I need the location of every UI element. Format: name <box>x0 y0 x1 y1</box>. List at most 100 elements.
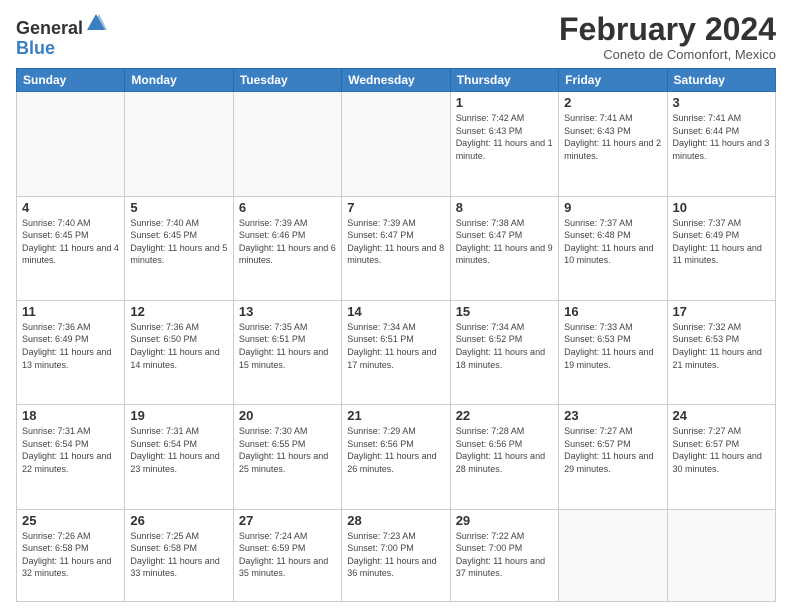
day-info: Sunrise: 7:32 AM Sunset: 6:53 PM Dayligh… <box>673 321 770 371</box>
weekday-header-thursday: Thursday <box>450 69 558 92</box>
day-info: Sunrise: 7:37 AM Sunset: 6:48 PM Dayligh… <box>564 217 661 267</box>
day-number: 13 <box>239 304 336 319</box>
weekday-header-sunday: Sunday <box>17 69 125 92</box>
calendar-cell: 24Sunrise: 7:27 AM Sunset: 6:57 PM Dayli… <box>667 405 775 509</box>
weekday-header-monday: Monday <box>125 69 233 92</box>
day-number: 14 <box>347 304 444 319</box>
calendar-cell: 21 Sunrise: 7:29 AM Sunset: 6:56 PM Dayli… <box>342 405 450 509</box>
day-number: 10 <box>673 200 770 215</box>
calendar-cell: 6 Sunrise: 7:39 AM Sunset: 6:46 PM Daylig… <box>233 196 341 300</box>
day-info: Sunrise: 7:24 AM Sunset: 6:59 PM Dayligh… <box>239 530 336 580</box>
weekday-header-friday: Friday <box>559 69 667 92</box>
day-info: Sunrise: 7:41 AM Sunset: 6:43 PM Dayligh… <box>564 112 661 162</box>
day-info: Sunrise: 7:39 AM Sunset: 6:47 PM Dayligh… <box>347 217 444 267</box>
weekday-header-row: SundayMondayTuesdayWednesdayThursdayFrid… <box>17 69 776 92</box>
day-number: 25 <box>22 513 119 528</box>
calendar-cell: 3 Sunrise: 7:41 AM Sunset: 6:44 PM Daylig… <box>667 92 775 196</box>
day-info: Sunrise: 7:36 AM Sunset: 6:49 PM Dayligh… <box>22 321 119 371</box>
day-info: Sunrise: 7:27 AM Sunset: 6:57 PM Dayligh… <box>564 425 661 475</box>
day-number: 4 <box>22 200 119 215</box>
day-info: Sunrise: 7:35 AM Sunset: 6:51 PM Dayligh… <box>239 321 336 371</box>
calendar-cell: 26Sunrise: 7:25 AM Sunset: 6:58 PM Dayli… <box>125 509 233 602</box>
day-info: Sunrise: 7:31 AM Sunset: 6:54 PM Dayligh… <box>22 425 119 475</box>
title-block: February 2024 Coneto de Comonfort, Mexic… <box>559 12 776 62</box>
logo-blue-text: Blue <box>16 38 55 58</box>
day-number: 29 <box>456 513 553 528</box>
day-number: 3 <box>673 95 770 110</box>
day-info: Sunrise: 7:22 AM Sunset: 7:00 PM Dayligh… <box>456 530 553 580</box>
day-number: 12 <box>130 304 227 319</box>
calendar-table: SundayMondayTuesdayWednesdayThursdayFrid… <box>16 68 776 602</box>
logo-icon <box>85 12 107 34</box>
day-info: Sunrise: 7:34 AM Sunset: 6:52 PM Dayligh… <box>456 321 553 371</box>
calendar-cell <box>125 92 233 196</box>
day-number: 6 <box>239 200 336 215</box>
day-number: 16 <box>564 304 661 319</box>
day-info: Sunrise: 7:34 AM Sunset: 6:51 PM Dayligh… <box>347 321 444 371</box>
day-info: Sunrise: 7:25 AM Sunset: 6:58 PM Dayligh… <box>130 530 227 580</box>
day-info: Sunrise: 7:33 AM Sunset: 6:53 PM Dayligh… <box>564 321 661 371</box>
day-number: 19 <box>130 408 227 423</box>
calendar-cell: 29 Sunrise: 7:22 AM Sunset: 7:00 PM Dayli… <box>450 509 558 602</box>
calendar-cell <box>559 509 667 602</box>
day-number: 27 <box>239 513 336 528</box>
day-number: 21 <box>347 408 444 423</box>
day-number: 20 <box>239 408 336 423</box>
weekday-header-wednesday: Wednesday <box>342 69 450 92</box>
week-row-5: 25 Sunrise: 7:26 AM Sunset: 6:58 PM Dayli… <box>17 509 776 602</box>
week-row-1: 1Sunrise: 7:42 AM Sunset: 6:43 PM Daylig… <box>17 92 776 196</box>
calendar-cell: 27 Sunrise: 7:24 AM Sunset: 6:59 PM Dayli… <box>233 509 341 602</box>
calendar-cell: 19 Sunrise: 7:31 AM Sunset: 6:54 PM Dayli… <box>125 405 233 509</box>
week-row-2: 4 Sunrise: 7:40 AM Sunset: 6:45 PM Daylig… <box>17 196 776 300</box>
calendar-cell <box>233 92 341 196</box>
calendar-cell: 1Sunrise: 7:42 AM Sunset: 6:43 PM Daylig… <box>450 92 558 196</box>
calendar-cell: 10Sunrise: 7:37 AM Sunset: 6:49 PM Dayli… <box>667 196 775 300</box>
calendar-cell: 9Sunrise: 7:37 AM Sunset: 6:48 PM Daylig… <box>559 196 667 300</box>
logo-general-text: General <box>16 18 83 38</box>
day-info: Sunrise: 7:39 AM Sunset: 6:46 PM Dayligh… <box>239 217 336 267</box>
day-number: 22 <box>456 408 553 423</box>
calendar-cell: 12Sunrise: 7:36 AM Sunset: 6:50 PM Dayli… <box>125 300 233 404</box>
day-info: Sunrise: 7:27 AM Sunset: 6:57 PM Dayligh… <box>673 425 770 475</box>
calendar-cell: 13 Sunrise: 7:35 AM Sunset: 6:51 PM Dayli… <box>233 300 341 404</box>
header: General Blue February 2024 Coneto de Com… <box>16 12 776 62</box>
calendar-cell: 5 Sunrise: 7:40 AM Sunset: 6:45 PM Daylig… <box>125 196 233 300</box>
day-info: Sunrise: 7:40 AM Sunset: 6:45 PM Dayligh… <box>130 217 227 267</box>
week-row-4: 18 Sunrise: 7:31 AM Sunset: 6:54 PM Dayli… <box>17 405 776 509</box>
day-info: Sunrise: 7:41 AM Sunset: 6:44 PM Dayligh… <box>673 112 770 162</box>
day-info: Sunrise: 7:31 AM Sunset: 6:54 PM Dayligh… <box>130 425 227 475</box>
calendar-cell: 16 Sunrise: 7:33 AM Sunset: 6:53 PM Dayli… <box>559 300 667 404</box>
weekday-header-saturday: Saturday <box>667 69 775 92</box>
week-row-3: 11 Sunrise: 7:36 AM Sunset: 6:49 PM Dayli… <box>17 300 776 404</box>
calendar-cell: 15 Sunrise: 7:34 AM Sunset: 6:52 PM Dayli… <box>450 300 558 404</box>
calendar-cell <box>342 92 450 196</box>
calendar-cell: 28Sunrise: 7:23 AM Sunset: 7:00 PM Dayli… <box>342 509 450 602</box>
day-number: 1 <box>456 95 553 110</box>
day-number: 28 <box>347 513 444 528</box>
page: General Blue February 2024 Coneto de Com… <box>0 0 792 612</box>
day-number: 5 <box>130 200 227 215</box>
calendar-subtitle: Coneto de Comonfort, Mexico <box>559 47 776 62</box>
day-number: 18 <box>22 408 119 423</box>
day-info: Sunrise: 7:28 AM Sunset: 6:56 PM Dayligh… <box>456 425 553 475</box>
calendar-cell: 22 Sunrise: 7:28 AM Sunset: 6:56 PM Dayli… <box>450 405 558 509</box>
calendar-cell: 25 Sunrise: 7:26 AM Sunset: 6:58 PM Dayli… <box>17 509 125 602</box>
day-info: Sunrise: 7:38 AM Sunset: 6:47 PM Dayligh… <box>456 217 553 267</box>
day-info: Sunrise: 7:40 AM Sunset: 6:45 PM Dayligh… <box>22 217 119 267</box>
day-number: 11 <box>22 304 119 319</box>
day-number: 17 <box>673 304 770 319</box>
calendar-cell: 4 Sunrise: 7:40 AM Sunset: 6:45 PM Daylig… <box>17 196 125 300</box>
calendar-cell: 23Sunrise: 7:27 AM Sunset: 6:57 PM Dayli… <box>559 405 667 509</box>
day-info: Sunrise: 7:30 AM Sunset: 6:55 PM Dayligh… <box>239 425 336 475</box>
calendar-cell: 17 Sunrise: 7:32 AM Sunset: 6:53 PM Dayli… <box>667 300 775 404</box>
day-number: 15 <box>456 304 553 319</box>
calendar-title: February 2024 <box>559 12 776 47</box>
logo: General Blue <box>16 12 107 59</box>
calendar-cell: 14 Sunrise: 7:34 AM Sunset: 6:51 PM Dayli… <box>342 300 450 404</box>
day-info: Sunrise: 7:29 AM Sunset: 6:56 PM Dayligh… <box>347 425 444 475</box>
day-info: Sunrise: 7:26 AM Sunset: 6:58 PM Dayligh… <box>22 530 119 580</box>
calendar-cell: 18 Sunrise: 7:31 AM Sunset: 6:54 PM Dayli… <box>17 405 125 509</box>
day-number: 8 <box>456 200 553 215</box>
calendar-cell: 20 Sunrise: 7:30 AM Sunset: 6:55 PM Dayli… <box>233 405 341 509</box>
calendar-cell: 8 Sunrise: 7:38 AM Sunset: 6:47 PM Daylig… <box>450 196 558 300</box>
